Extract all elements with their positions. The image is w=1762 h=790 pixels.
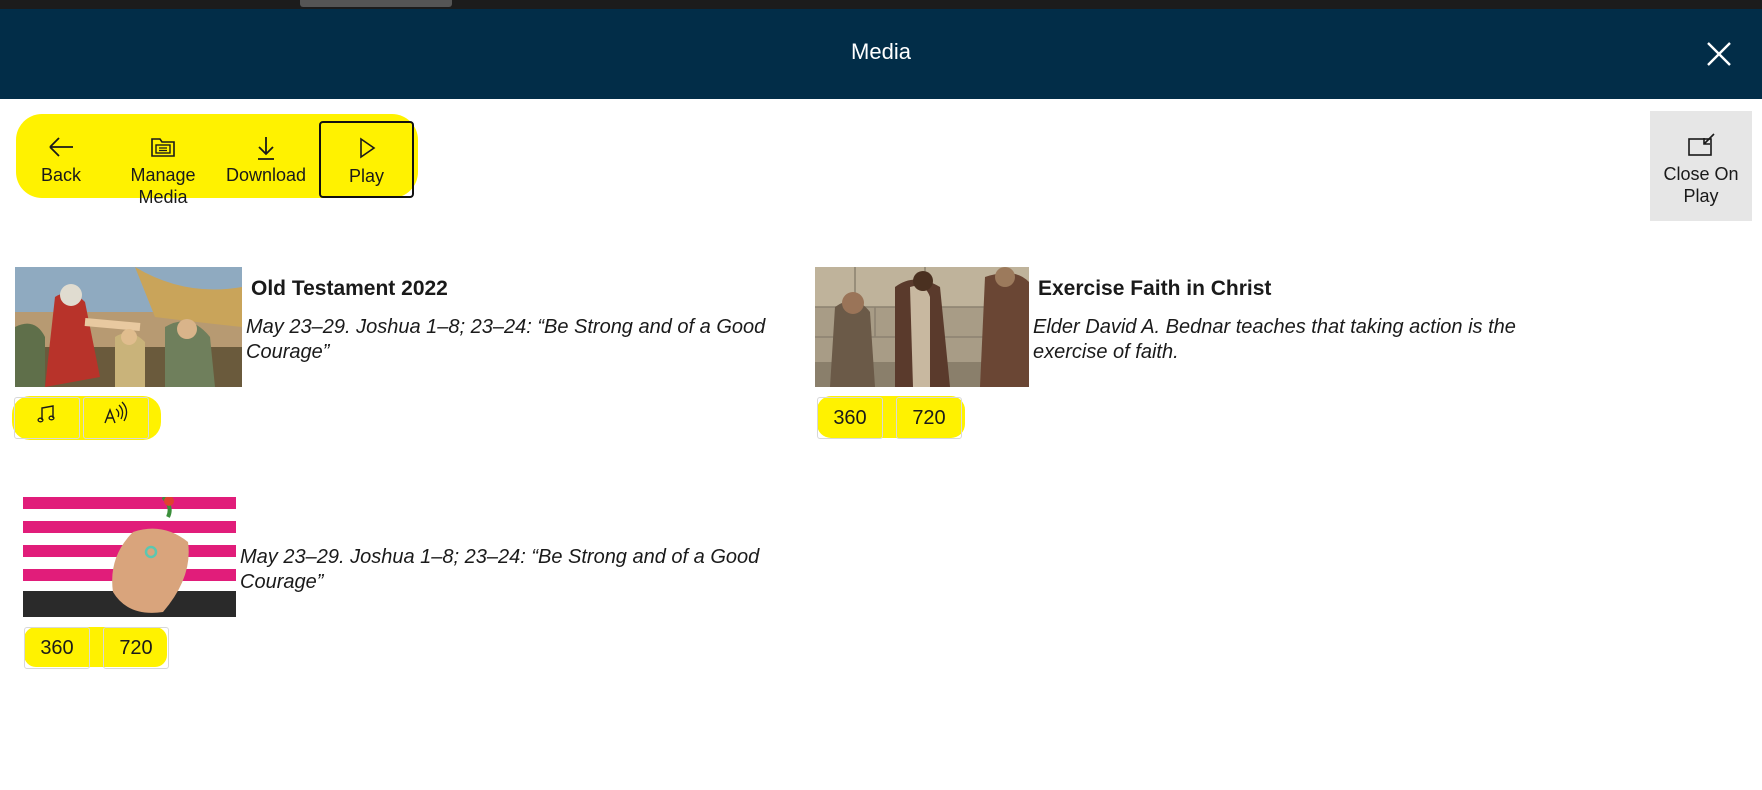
media-thumbnail[interactable]	[815, 267, 1029, 387]
close-on-play-label: Close On Play	[1663, 164, 1739, 206]
dialog-title: Media	[851, 39, 911, 64]
manage-media-label: Manage Media	[130, 165, 196, 207]
format-720-button[interactable]: 720	[896, 397, 962, 439]
folder-media-icon	[114, 134, 212, 164]
music-note-icon	[36, 399, 58, 439]
play-label: Play	[348, 166, 384, 186]
back-label: Back	[40, 165, 82, 185]
read-aloud-icon	[102, 399, 130, 439]
format-720-button[interactable]: 720	[103, 627, 169, 669]
media-title: Old Testament 2022	[251, 277, 448, 300]
play-button[interactable]: Play	[319, 121, 414, 198]
manage-media-button[interactable]: Manage Media	[114, 122, 212, 207]
close-on-play-toggle[interactable]: Close On Play	[1650, 111, 1752, 221]
back-button[interactable]: Back	[13, 122, 109, 200]
media-thumbnail[interactable]	[23, 497, 236, 617]
read-aloud-button[interactable]	[83, 397, 149, 439]
download-label: Download	[225, 165, 307, 185]
format-360-button[interactable]: 360	[24, 627, 90, 669]
close-on-play-icon	[1650, 131, 1752, 163]
close-icon[interactable]	[1700, 35, 1738, 73]
play-icon	[321, 135, 412, 165]
media-thumbnail[interactable]	[15, 267, 242, 387]
dialog-header: Media	[0, 9, 1762, 99]
format-360-button[interactable]: 360	[817, 397, 883, 439]
media-title: Exercise Faith in Christ	[1038, 277, 1272, 300]
arrow-left-icon	[13, 134, 109, 164]
audio-format-button[interactable]	[14, 397, 80, 439]
window-top-strip	[0, 0, 1762, 9]
download-icon	[216, 134, 316, 164]
media-description: May 23–29. Joshua 1–8; 23–24: “Be Strong…	[246, 316, 766, 363]
media-description: May 23–29. Joshua 1–8; 23–24: “Be Strong…	[240, 546, 760, 593]
media-description: Elder David A. Bednar teaches that takin…	[1033, 316, 1516, 363]
window-tab-stub	[300, 0, 452, 7]
download-button[interactable]: Download	[216, 122, 316, 200]
